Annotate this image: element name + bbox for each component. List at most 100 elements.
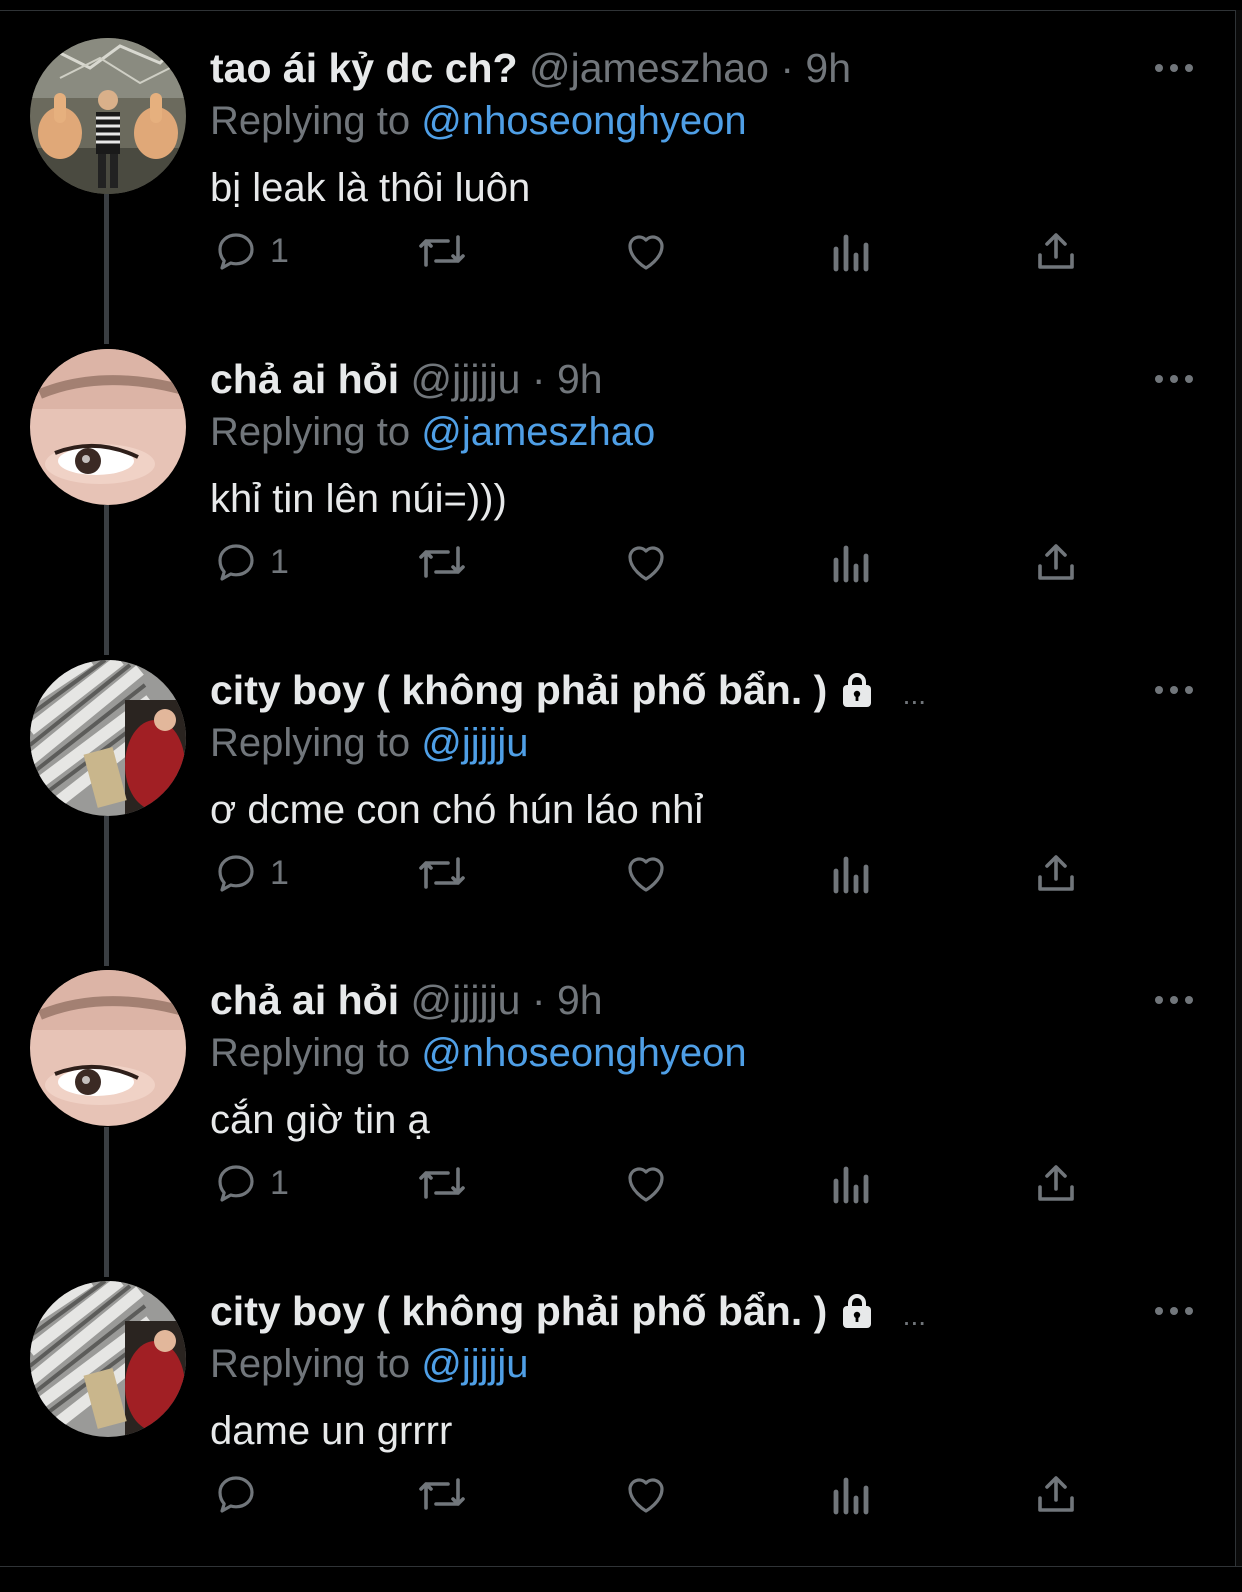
replying-to: Replying to @jameszhao [210,407,655,457]
tweet[interactable]: tao ái kỷ dc ch? @jameszhao · 9h Replyin… [0,38,1236,349]
reply-button[interactable]: 1 [212,848,289,898]
more-options-icon[interactable] [1154,60,1194,76]
tweet-header: city boy ( không phải phố bẩn. ) ... [210,1285,926,1337]
reply-count: 1 [270,1163,289,1202]
replying-to: Replying to @nhoseonghyeon [210,1028,747,1078]
reply-count: 1 [270,231,289,270]
more-options-icon[interactable] [1154,992,1194,1008]
more-options-icon[interactable] [1154,682,1194,698]
views-icon [833,1477,869,1515]
views-button[interactable] [830,1469,874,1519]
share-icon [1038,233,1074,269]
mention-link[interactable]: @jjjjju [421,721,528,765]
top-frame-edge [0,0,1242,11]
avatar[interactable] [30,349,186,505]
timestamp[interactable]: 9h [805,45,851,91]
replying-to-label: Replying to [210,721,411,765]
like-icon [628,235,664,270]
avatar[interactable] [30,970,186,1126]
reply-button[interactable]: 1 [212,226,289,276]
tweet[interactable]: city boy ( không phải phố bẩn. ) ... Rep… [0,1281,1236,1592]
share-button[interactable] [1032,848,1080,898]
retweet-button[interactable] [414,537,470,587]
mention-link[interactable]: @jjjjju [421,1342,528,1386]
mention-link[interactable]: @jameszhao [421,410,655,454]
retweet-button[interactable] [414,226,470,276]
replying-to-label: Replying to [210,1031,411,1075]
reply-icon [218,1165,254,1202]
tweet-text: bị leak là thôi luôn [210,166,531,210]
views-button[interactable] [830,848,874,898]
retweet-icon [419,1167,465,1199]
views-button[interactable] [830,537,874,587]
replying-to-label: Replying to [210,410,411,454]
display-name[interactable]: city boy ( không phải phố bẩn. ) [210,1288,827,1334]
share-icon [1038,1476,1074,1512]
share-button[interactable] [1032,226,1080,276]
views-button[interactable] [830,226,874,276]
retweet-button[interactable] [414,1469,470,1519]
share-icon [1038,544,1074,580]
replying-to: Replying to @jjjjju [210,718,529,768]
display-name[interactable]: tao ái kỷ dc ch? [210,45,518,91]
name-truncation: ... [902,1300,927,1331]
like-button[interactable] [621,537,671,587]
handle[interactable]: @jameszhao [529,45,769,91]
share-button[interactable] [1032,1469,1080,1519]
like-icon [628,857,664,892]
reply-button[interactable]: 1 [212,537,289,587]
right-frame-edge [1235,10,1242,1566]
tweet-header: chả ai hỏi @jjjjju · 9h [210,353,603,405]
tweet-text: cắn giờ tin ạ [210,1098,430,1142]
timestamp[interactable]: 9h [557,977,603,1023]
handle[interactable]: @jjjjju [411,977,521,1023]
retweet-icon [419,1478,465,1510]
reply-icon [218,233,254,270]
tweet[interactable]: city boy ( không phải phố bẩn. ) ... Rep… [0,660,1236,971]
like-icon [628,1478,664,1513]
mention-link[interactable]: @nhoseonghyeon [421,1031,746,1075]
replying-to-label: Replying to [210,1342,411,1386]
reply-icon [218,1476,254,1513]
mention-link[interactable]: @nhoseonghyeon [421,99,746,143]
retweet-icon [419,857,465,889]
reply-button[interactable]: 1 [212,1158,289,1208]
separator-dot: · [531,356,546,402]
share-icon [1038,1165,1074,1201]
like-button[interactable] [621,1158,671,1208]
avatar[interactable] [30,1281,186,1437]
timestamp[interactable]: 9h [557,356,603,402]
avatar[interactable] [30,660,186,816]
handle[interactable]: @jjjjju [411,356,521,402]
tweet-header: chả ai hỏi @jjjjju · 9h [210,974,603,1026]
replying-to-label: Replying to [210,99,411,143]
display-name[interactable]: chả ai hỏi [210,977,399,1023]
reply-button[interactable] [212,1469,270,1519]
like-button[interactable] [621,1469,671,1519]
share-button[interactable] [1032,537,1080,587]
retweet-button[interactable] [414,848,470,898]
reply-icon [218,544,254,581]
retweet-button[interactable] [414,1158,470,1208]
like-button[interactable] [621,226,671,276]
separator-dot: · [780,45,794,91]
views-icon [833,856,869,894]
tweet[interactable]: chả ai hỏi @jjjjju · 9h Replying to @jam… [0,349,1236,660]
like-button[interactable] [621,848,671,898]
display-name[interactable]: city boy ( không phải phố bẩn. ) [210,667,827,713]
separator-dot: · [531,977,546,1023]
share-icon [1038,855,1074,891]
views-icon [833,234,869,272]
like-icon [628,1167,664,1202]
views-button[interactable] [830,1158,874,1208]
tweet[interactable]: chả ai hỏi @jjjjju · 9h Replying to @nho… [0,970,1236,1281]
more-options-icon[interactable] [1154,1303,1194,1319]
retweet-icon [419,546,465,578]
display-name[interactable]: chả ai hỏi [210,356,399,402]
reply-count: 1 [270,542,289,581]
views-icon [833,1166,869,1204]
share-button[interactable] [1032,1158,1080,1208]
more-options-icon[interactable] [1154,371,1194,387]
avatar[interactable] [30,38,186,194]
replying-to: Replying to @jjjjju [210,1339,529,1389]
